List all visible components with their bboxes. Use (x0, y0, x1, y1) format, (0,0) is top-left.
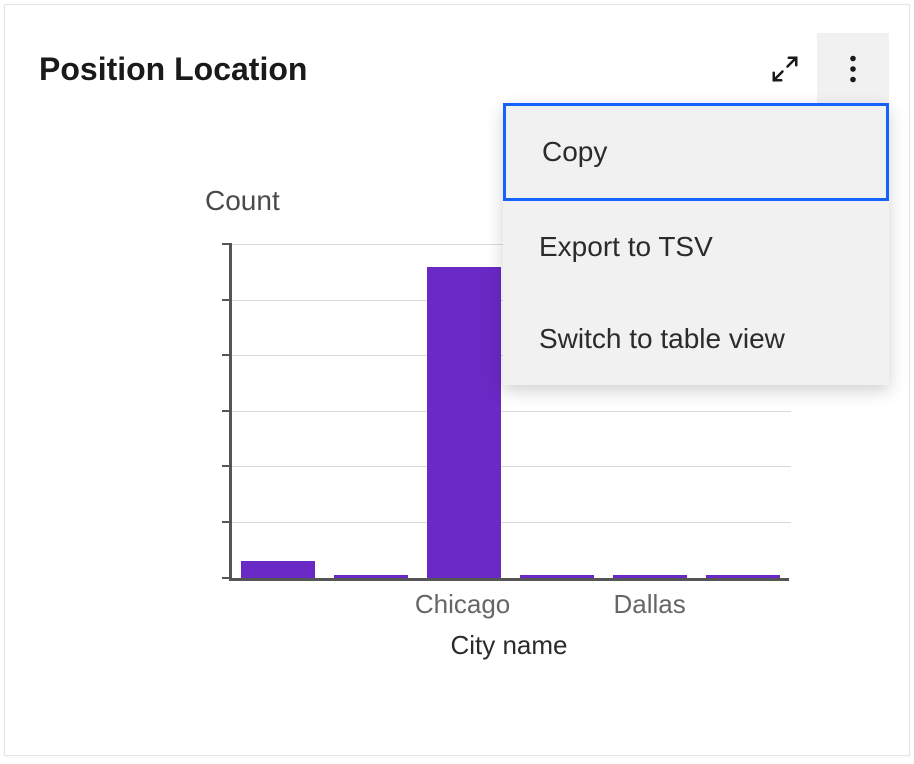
x-tick-label (229, 589, 322, 620)
menu-item-copy[interactable]: Copy (503, 103, 889, 201)
bar-slot (232, 245, 325, 578)
bar (520, 575, 594, 578)
more-options-button[interactable] (817, 33, 889, 105)
bar-slot (325, 245, 418, 578)
bar-slot (418, 245, 511, 578)
x-tick-label (322, 589, 415, 620)
chart-card: Position Location Copy Export to T (4, 4, 910, 756)
x-tick-label: Chicago (415, 589, 510, 620)
y-tick (222, 465, 232, 467)
header-actions (761, 33, 889, 105)
expand-icon (770, 54, 800, 84)
kebab-icon (849, 55, 857, 83)
y-tick (222, 299, 232, 301)
x-axis-label: City name (229, 630, 789, 661)
bar (706, 575, 780, 578)
y-tick (222, 577, 232, 579)
menu-item-switch-table[interactable]: Switch to table view (503, 293, 889, 385)
x-tick-label (510, 589, 603, 620)
bar (334, 575, 408, 578)
menu-item-export-tsv[interactable]: Export to TSV (503, 201, 889, 293)
x-tick-label: Dallas (603, 589, 696, 620)
card-header: Position Location (5, 5, 909, 105)
bar (613, 575, 687, 578)
card-title: Position Location (39, 51, 307, 88)
y-tick (222, 410, 232, 412)
expand-button[interactable] (761, 45, 809, 93)
x-axis-labels: Chicago Dallas (229, 589, 789, 620)
y-tick (222, 521, 232, 523)
x-tick-label (696, 589, 789, 620)
bar (241, 561, 315, 578)
y-tick (222, 354, 232, 356)
options-menu: Copy Export to TSV Switch to table view (503, 103, 889, 385)
y-tick (222, 243, 232, 245)
bar (427, 267, 501, 578)
